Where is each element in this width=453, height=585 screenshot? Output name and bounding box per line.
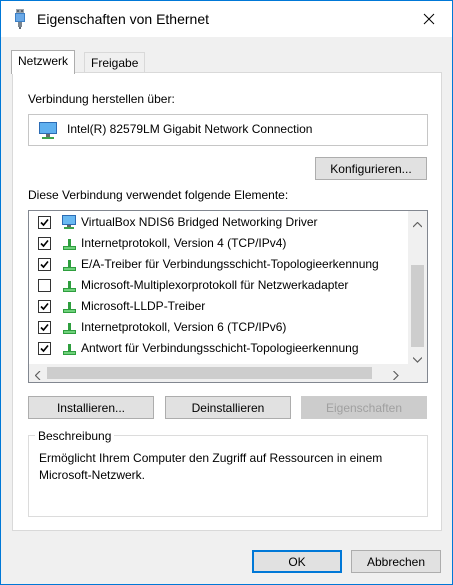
network-cable-icon [13, 9, 27, 29]
configure-button[interactable]: Konfigurieren... [315, 157, 427, 180]
install-button-label: Installieren... [56, 400, 126, 415]
list-item[interactable]: E/A-Treiber für Verbindungsschicht-Topol… [29, 254, 409, 275]
item-checkbox[interactable] [38, 300, 51, 313]
item-checkbox[interactable] [38, 342, 51, 355]
item-label: Internetprotokoll, Version 4 (TCP/IPv4) [81, 236, 287, 250]
protocol-icon [61, 319, 79, 336]
horizontal-scroll-thumb[interactable] [47, 367, 372, 379]
properties-button-label: Eigenschaften [325, 400, 403, 415]
cancel-button[interactable]: Abbrechen [351, 550, 441, 573]
virtualbox-adapter-icon [61, 214, 79, 231]
components-label: Diese Verbindung verwendet folgende Elem… [28, 188, 289, 202]
scrollbar-corner [408, 364, 427, 382]
item-label: Microsoft-LLDP-Treiber [81, 299, 206, 313]
item-checkbox[interactable] [38, 258, 51, 271]
cancel-button-label: Abbrechen [366, 554, 426, 569]
tab-netzwerk[interactable]: Netzwerk [11, 50, 76, 74]
properties-dialog: Eigenschaften von Ethernet Netzwerk Frei… [0, 0, 453, 585]
install-button[interactable]: Installieren... [28, 396, 154, 419]
protocol-icon [61, 256, 79, 273]
list-item[interactable]: VirtualBox NDIS6 Bridged Networking Driv… [29, 212, 409, 233]
horizontal-scrollbar[interactable] [29, 364, 408, 382]
title-bar[interactable]: Eigenschaften von Ethernet [1, 1, 452, 37]
network-adapter-icon [37, 121, 59, 144]
window-title: Eigenschaften von Ethernet [37, 11, 210, 27]
adapter-name: Intel(R) 82579LM Gigabit Network Connect… [67, 122, 313, 136]
adapter-box: Intel(R) 82579LM Gigabit Network Connect… [28, 114, 428, 146]
item-label: VirtualBox NDIS6 Bridged Networking Driv… [81, 215, 318, 229]
item-label: E/A-Treiber für Verbindungsschicht-Topol… [81, 257, 379, 271]
scroll-up-arrow-icon[interactable] [412, 217, 423, 231]
configure-button-label: Konfigurieren... [330, 161, 412, 176]
tab-freigabe[interactable]: Freigabe [84, 52, 146, 73]
item-label: Microsoft-Multiplexorprotokoll für Netzw… [81, 278, 349, 292]
list-item[interactable]: Internetprotokoll, Version 6 (TCP/IPv6) [29, 317, 409, 338]
scroll-right-arrow-icon[interactable] [393, 369, 399, 382]
vertical-scrollbar[interactable] [408, 211, 427, 364]
item-label: Antwort für Verbindungsschicht-Topologie… [81, 341, 359, 355]
description-text: Ermöglicht Ihrem Computer den Zugriff au… [39, 451, 383, 482]
vertical-scroll-thumb[interactable] [411, 265, 424, 347]
uninstall-button[interactable]: Deinstallieren [165, 396, 291, 419]
list-item[interactable]: Internetprotokoll, Version 4 (TCP/IPv4) [29, 233, 409, 254]
uninstall-button-label: Deinstallieren [191, 400, 265, 415]
item-checkbox[interactable] [38, 321, 51, 334]
ok-button[interactable]: OK [252, 550, 342, 573]
protocol-icon [61, 235, 79, 252]
scroll-left-arrow-icon[interactable] [34, 369, 41, 382]
item-checkbox[interactable] [38, 216, 51, 229]
item-label: Internetprotokoll, Version 6 (TCP/IPv6) [81, 320, 287, 334]
description-title: Beschreibung [35, 429, 115, 443]
item-checkbox[interactable] [38, 279, 51, 292]
list-item[interactable]: Microsoft-Multiplexorprotokoll für Netzw… [29, 275, 409, 296]
protocol-icon [61, 277, 79, 294]
connect-using-label: Verbindung herstellen über: [28, 92, 175, 106]
protocol-icon [61, 340, 79, 357]
components-list[interactable]: VirtualBox NDIS6 Bridged Networking Driv… [28, 210, 428, 383]
list-item[interactable]: Microsoft-LLDP-Treiber [29, 296, 409, 317]
close-icon [423, 13, 435, 25]
tab-netzwerk-label: Netzwerk [18, 54, 69, 68]
close-button[interactable] [406, 1, 452, 37]
tab-freigabe-label: Freigabe [91, 56, 139, 70]
ok-button-label: OK [288, 554, 306, 569]
protocol-icon [61, 298, 79, 315]
item-checkbox[interactable] [38, 237, 51, 250]
list-item[interactable]: Antwort für Verbindungsschicht-Topologie… [29, 338, 409, 359]
properties-button[interactable]: Eigenschaften [301, 396, 427, 419]
